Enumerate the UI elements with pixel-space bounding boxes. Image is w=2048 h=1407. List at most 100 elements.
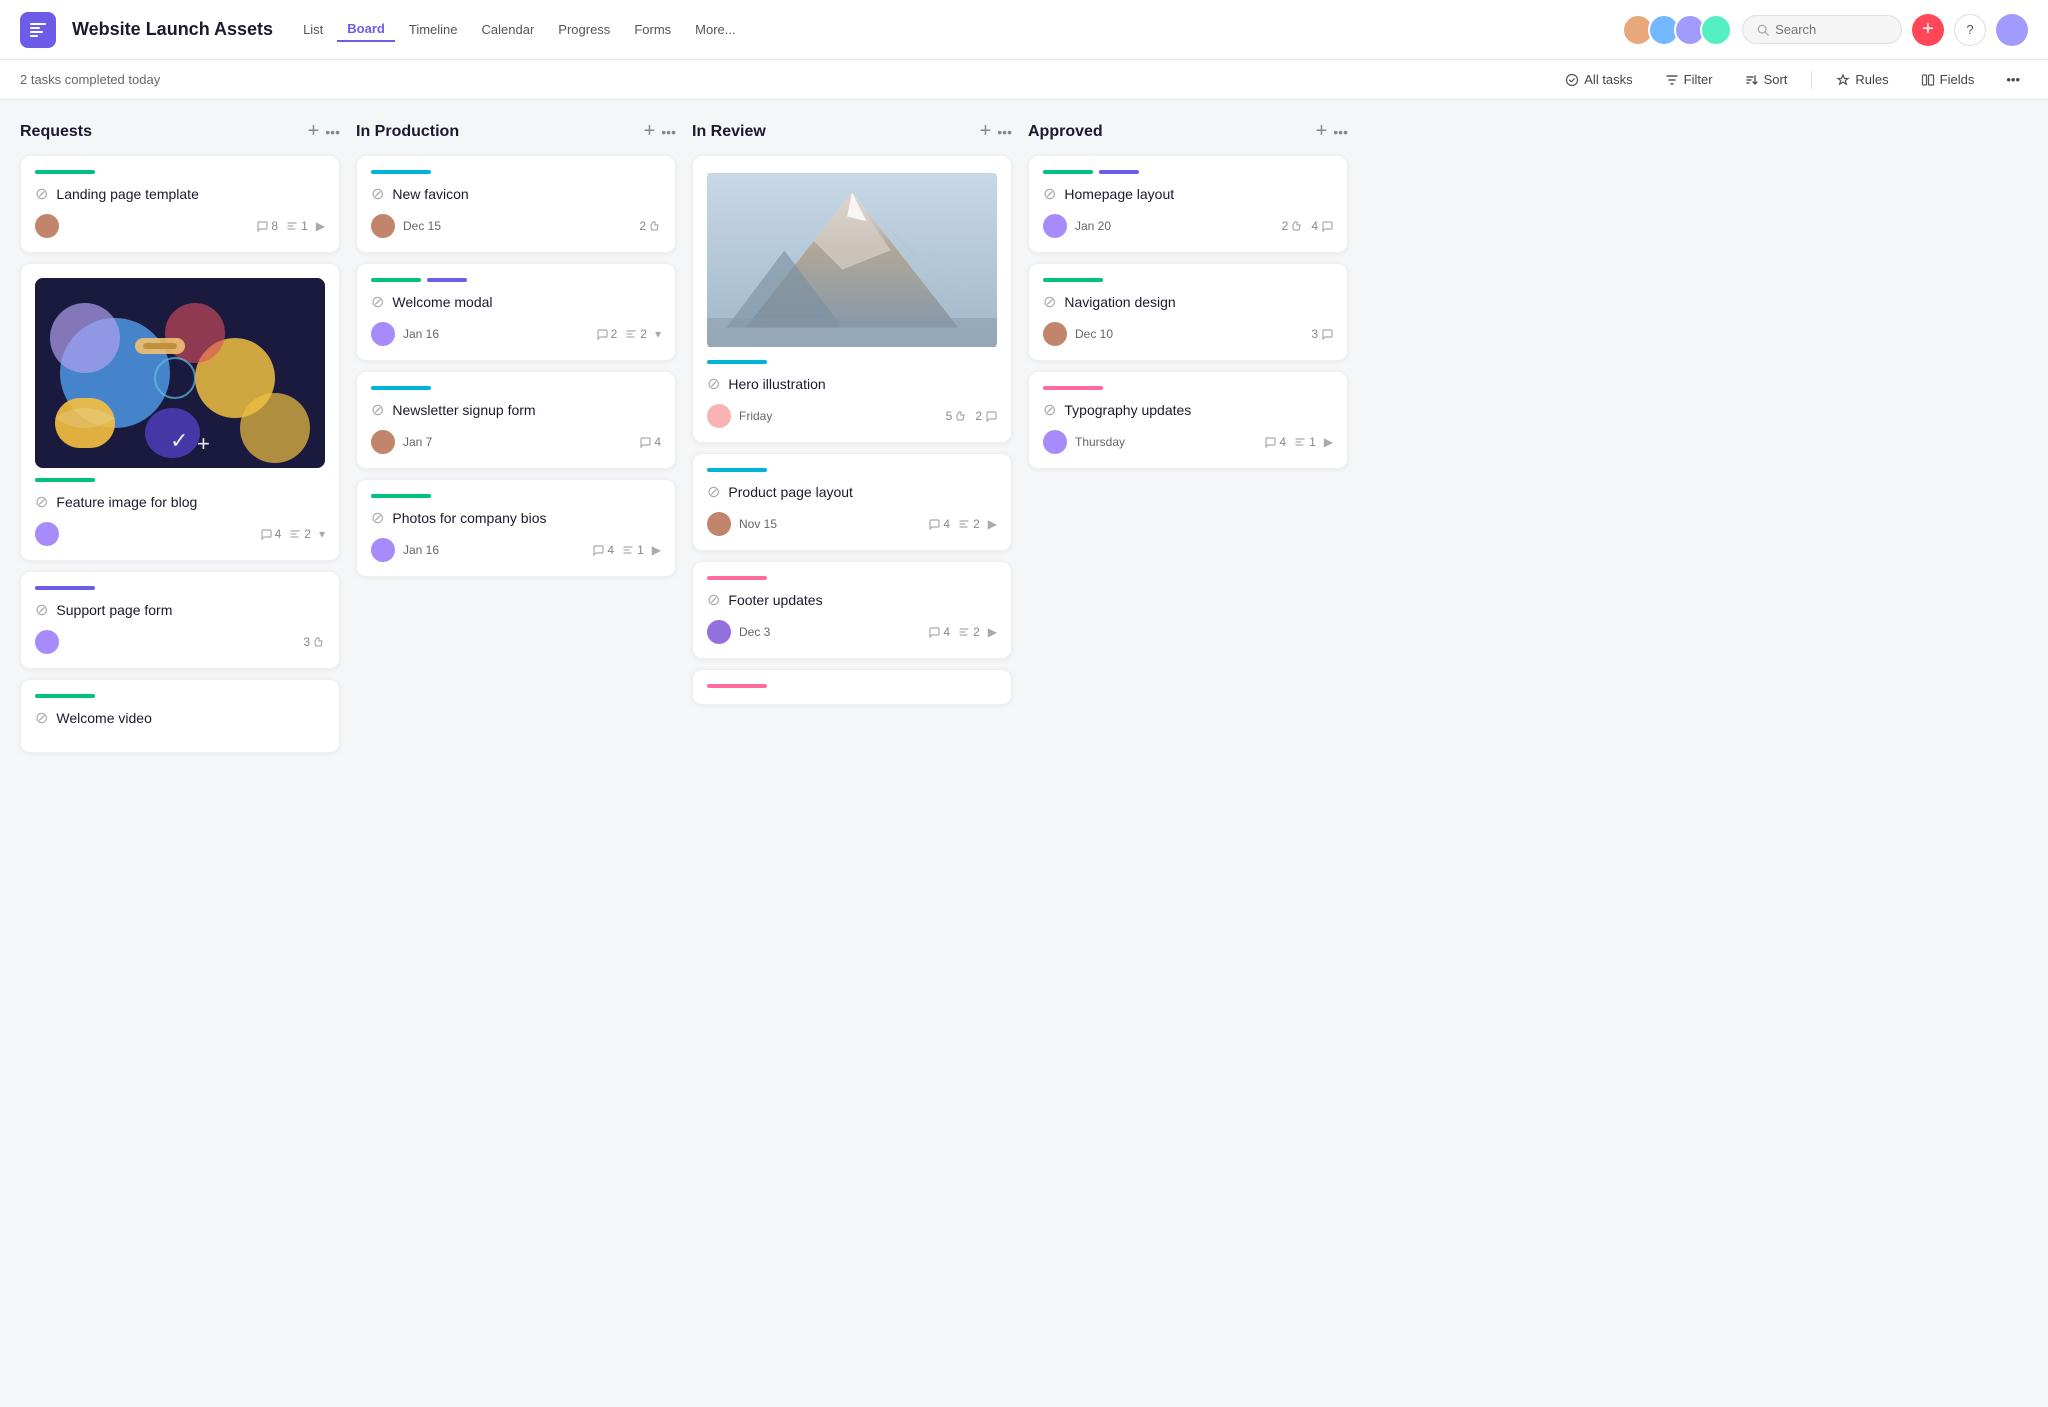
comments-homepage: 4 <box>1311 219 1333 233</box>
card-footer-updates: ⊘ Footer updates Dec 3 4 2 ▶ <box>692 561 1012 659</box>
more-options-button[interactable]: ••• <box>1998 68 2028 91</box>
nav-list[interactable]: List <box>293 18 333 41</box>
nav-board[interactable]: Board <box>337 17 395 42</box>
nav-forms[interactable]: Forms <box>624 18 681 41</box>
card-meta-navigation: Dec 10 3 <box>1043 322 1333 346</box>
more-approved[interactable]: ••• <box>1333 124 1348 140</box>
check-icon-navigation: ⊘ <box>1043 292 1056 312</box>
check-icon-photos: ⊘ <box>371 508 384 528</box>
user-avatar[interactable] <box>1996 14 2028 46</box>
help-button[interactable]: ? <box>1954 14 1986 46</box>
card-meta-right-feature: 4 2 ▾ <box>260 527 325 541</box>
comments-feature: 4 <box>260 527 282 541</box>
card-title-feature[interactable]: Feature image for blog <box>56 494 197 510</box>
check-icon-footer: ⊘ <box>707 590 720 610</box>
mountain-image-container <box>707 170 997 350</box>
fields-button[interactable]: Fields <box>1913 68 1983 91</box>
card-title-typography[interactable]: Typography updates <box>1064 402 1191 418</box>
add-card-requests[interactable]: + <box>308 120 320 143</box>
card-title-product[interactable]: Product page layout <box>728 484 853 500</box>
column-header-review: In Review + ••• <box>692 120 1012 155</box>
card-meta-feature: 4 2 ▾ <box>35 522 325 546</box>
card-title-row-modal: ⊘ Welcome modal <box>371 292 661 312</box>
header: Website Launch Assets List Board Timelin… <box>0 0 2048 60</box>
card-date-newsletter: Jan 7 <box>403 435 432 449</box>
card-avatar-favicon <box>371 214 395 238</box>
colorful-image: ✓ + <box>35 278 325 468</box>
card-title-navigation[interactable]: Navigation design <box>1064 294 1175 310</box>
add-card-production[interactable]: + <box>644 120 656 143</box>
card-title-landing[interactable]: Landing page template <box>56 186 198 202</box>
more-production[interactable]: ••• <box>661 124 676 140</box>
card-title-newsletter[interactable]: Newsletter signup form <box>392 402 535 418</box>
card-meta-support: 3 <box>35 630 325 654</box>
card-title-favicon[interactable]: New favicon <box>392 186 468 202</box>
search-input[interactable] <box>1775 22 1887 37</box>
card-bar-review-bottom <box>707 684 767 688</box>
filter-button[interactable]: Filter <box>1657 68 1721 91</box>
add-card-review[interactable]: + <box>980 120 992 143</box>
cards-approved: ⊘ Homepage layout Jan 20 2 4 <box>1028 155 1348 469</box>
card-title-footer[interactable]: Footer updates <box>728 592 822 608</box>
card-date-homepage: Jan 20 <box>1075 219 1111 233</box>
card-navigation-design: ⊘ Navigation design Dec 10 3 <box>1028 263 1348 361</box>
card-meta-typography: Thursday 4 1 ▶ <box>1043 430 1333 454</box>
card-avatar-hero <box>707 404 731 428</box>
check-icon-feature: ⊘ <box>35 492 48 512</box>
nav-timeline[interactable]: Timeline <box>399 18 468 41</box>
nav-calendar[interactable]: Calendar <box>472 18 545 41</box>
all-tasks-icon <box>1565 73 1579 87</box>
add-button[interactable]: + <box>1912 14 1944 46</box>
card-review-bottom <box>692 669 1012 705</box>
column-requests: Requests + ••• ⊘ Landing page template 8 <box>20 120 340 753</box>
tasks-completed-text: 2 tasks completed today <box>20 72 160 87</box>
check-icon-support: ⊘ <box>35 600 48 620</box>
column-title-requests: Requests <box>20 123 300 141</box>
column-approved: Approved + ••• ⊘ Homepage layout Jan 2 <box>1028 120 1348 469</box>
card-bar-hero <box>707 360 767 364</box>
rules-button[interactable]: Rules <box>1828 68 1896 91</box>
double-bar-homepage <box>1043 170 1333 174</box>
rules-label: Rules <box>1855 72 1888 87</box>
card-date-hero: Friday <box>739 409 772 423</box>
card-avatar-homepage <box>1043 214 1067 238</box>
card-title-modal[interactable]: Welcome modal <box>392 294 492 310</box>
more-review[interactable]: ••• <box>997 124 1012 140</box>
card-bar-photos <box>371 494 431 498</box>
card-title-homepage[interactable]: Homepage layout <box>1064 186 1174 202</box>
subtasks-footer: 2 <box>958 625 980 639</box>
card-meta-right-homepage: 2 4 <box>1282 219 1333 233</box>
svg-text:+: + <box>197 431 210 456</box>
card-meta-right-favicon: 2 <box>639 219 661 233</box>
add-card-approved[interactable]: + <box>1316 120 1328 143</box>
search-bar[interactable] <box>1742 15 1902 44</box>
card-typography-updates: ⊘ Typography updates Thursday 4 1 ▶ <box>1028 371 1348 469</box>
comments-typography: 4 <box>1264 435 1286 449</box>
card-new-favicon: ⊘ New favicon Dec 15 2 <box>356 155 676 253</box>
card-title-hero[interactable]: Hero illustration <box>728 376 825 392</box>
card-meta-homepage: Jan 20 2 4 <box>1043 214 1333 238</box>
column-title-production: In Production <box>356 123 636 141</box>
card-title-welcome[interactable]: Welcome video <box>56 710 151 726</box>
card-date-photos: Jan 16 <box>403 543 439 557</box>
card-bar-support <box>35 586 95 590</box>
card-avatar-landing <box>35 214 59 238</box>
nav-more[interactable]: More... <box>685 18 745 41</box>
fields-label: Fields <box>1940 72 1975 87</box>
card-meta-right-product: 4 2 ▶ <box>928 517 997 531</box>
card-bar-feature <box>35 478 95 482</box>
comments-photos: 4 <box>592 543 614 557</box>
card-title-photos[interactable]: Photos for company bios <box>392 510 546 526</box>
card-title-row-typography: ⊘ Typography updates <box>1043 400 1333 420</box>
nav-progress[interactable]: Progress <box>548 18 620 41</box>
card-title-support[interactable]: Support page form <box>56 602 172 618</box>
card-avatar-feature <box>35 522 59 546</box>
all-tasks-button[interactable]: All tasks <box>1557 68 1640 91</box>
card-title-row-newsletter: ⊘ Newsletter signup form <box>371 400 661 420</box>
more-requests[interactable]: ••• <box>325 124 340 140</box>
subtasks-photos: 1 <box>622 543 644 557</box>
check-icon-hero: ⊘ <box>707 374 720 394</box>
sort-button[interactable]: Sort <box>1737 68 1796 91</box>
arrow-footer: ▶ <box>988 625 997 639</box>
cards-review: ⊘ Hero illustration Friday 5 2 <box>692 155 1012 705</box>
